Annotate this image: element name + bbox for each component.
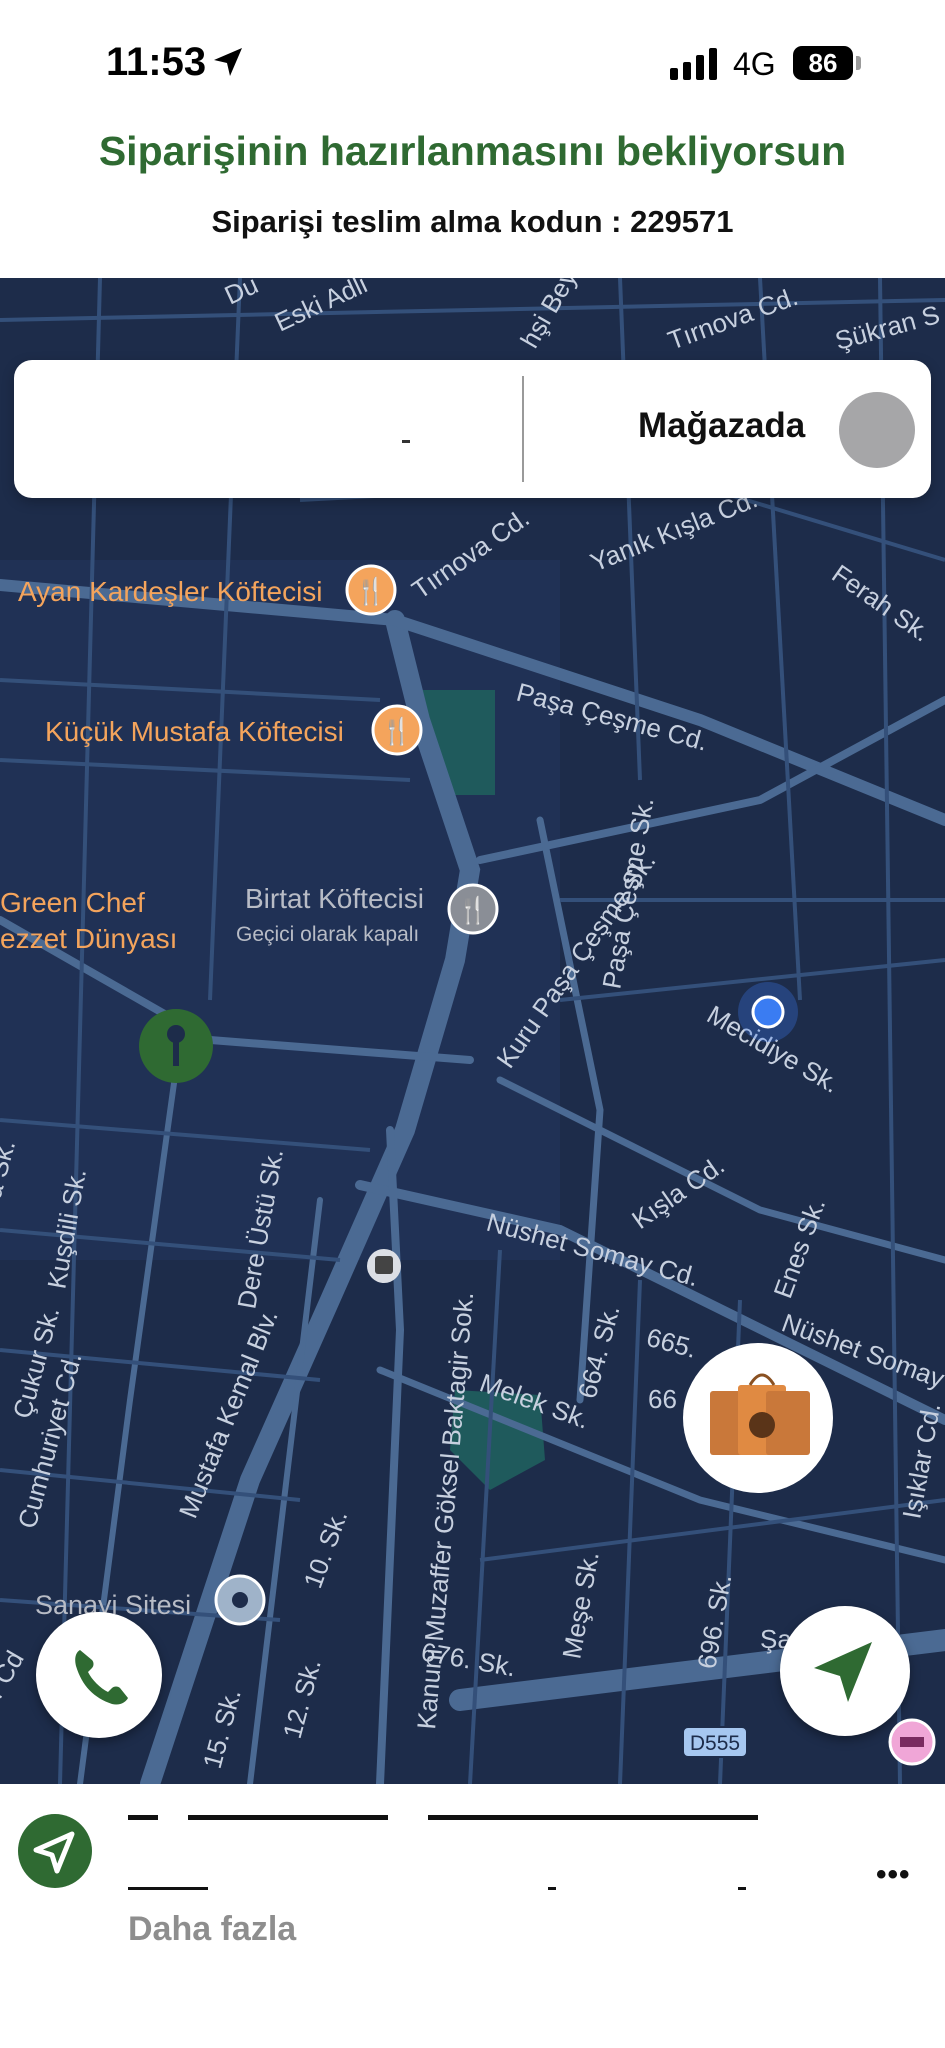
poi-label: ezzet Dünyası <box>0 923 177 954</box>
poi-label: Birtat Köftecisi <box>245 883 424 914</box>
bus-stop-icon[interactable] <box>367 1249 401 1283</box>
address-line-obscured <box>128 1810 788 1820</box>
avatar <box>839 392 915 468</box>
poi-label: Ayan Kardeşler Köftecisi <box>18 576 323 607</box>
street-label: Mustafa Kemal Blv. <box>173 1305 284 1522</box>
user-location-icon <box>738 982 798 1042</box>
poi-label: Green Chef <box>0 887 145 918</box>
battery-icon: 86 <box>793 46 853 80</box>
more-link[interactable]: Daha fazla <box>128 1910 296 1949</box>
street-label: 66 <box>648 1384 677 1414</box>
place-pin-icon[interactable] <box>214 1574 266 1626</box>
street-label: 15. Sk. <box>197 1686 247 1772</box>
street-label: Du <box>220 278 263 310</box>
street-label: hşi Bey <box>514 278 583 353</box>
road-badge: D555 <box>682 1726 748 1758</box>
map-view[interactable]: Eski Adli Du Tırnova Cd. Şükran S Tırnov… <box>0 278 945 1784</box>
battery-tip <box>856 56 861 70</box>
status-label: Mağazada <box>638 406 806 445</box>
poi-subtitle: Geçici olarak kapalı <box>236 923 419 946</box>
order-status-card: Mağazada <box>14 360 931 498</box>
street-label: Eski Adli <box>270 278 372 337</box>
network-type: 4G <box>733 46 776 82</box>
svg-text:🍴: 🍴 <box>355 576 387 607</box>
street-label: Şükran S <box>832 299 943 356</box>
cellular-signal-icon <box>670 48 717 80</box>
street-label: Işıklar Cd. <box>896 1401 945 1521</box>
street-label: Enes Sk. <box>767 1194 831 1302</box>
svg-text:🍴: 🍴 <box>457 895 489 926</box>
card-text-fragment <box>402 440 410 443</box>
directions-button[interactable] <box>18 1814 92 1888</box>
status-time: 11:53 <box>106 40 207 84</box>
call-button[interactable] <box>36 1612 162 1738</box>
location-arrow-icon <box>214 48 242 76</box>
street-label: Tırnova Cd. <box>664 281 802 356</box>
card-divider <box>522 376 524 482</box>
store-marker[interactable] <box>683 1343 833 1493</box>
street-label: 665. <box>643 1322 700 1364</box>
page-title: Siparişinin hazırlanmasını bekliyorsun <box>98 128 847 174</box>
street-label: Kışla Cd. <box>626 1150 730 1235</box>
street-label: 12. Sk. <box>277 1656 327 1742</box>
navigation-arrow-icon <box>33 1831 75 1874</box>
svg-text:D555: D555 <box>690 1732 740 1755</box>
restaurant-icon[interactable]: 🍴 <box>447 883 499 935</box>
restaurant-icon[interactable]: 🍴 <box>345 564 397 616</box>
navigation-arrow-icon <box>814 1642 872 1702</box>
ellipsis-icon[interactable]: ••• <box>876 1858 911 1892</box>
status-bar: 11:53 4G 86 <box>0 0 945 120</box>
svg-text:🍴: 🍴 <box>381 716 413 747</box>
street-label: r Cd <box>0 1645 30 1703</box>
poi-label: Küçük Mustafa Köftecisi <box>45 716 344 747</box>
bottom-sheet: ••• Daha fazla <box>0 1784 945 2048</box>
pickup-code: Siparişi teslim alma kodun : 229571 <box>211 204 734 239</box>
navigate-button[interactable] <box>780 1606 910 1736</box>
street-label: 10. Sk. <box>297 1506 353 1592</box>
address-line-obscured <box>128 1882 788 1890</box>
map-canvas: Eski Adli Du Tırnova Cd. Şükran S Tırnov… <box>0 278 945 1784</box>
restaurant-icon[interactable]: 🍴 <box>371 704 423 756</box>
street-label: Meşe Sk. <box>556 1549 604 1661</box>
phone-icon <box>75 1650 128 1705</box>
street-label: Ferah Sk. <box>827 558 937 647</box>
place-pin-icon[interactable] <box>139 1009 213 1083</box>
